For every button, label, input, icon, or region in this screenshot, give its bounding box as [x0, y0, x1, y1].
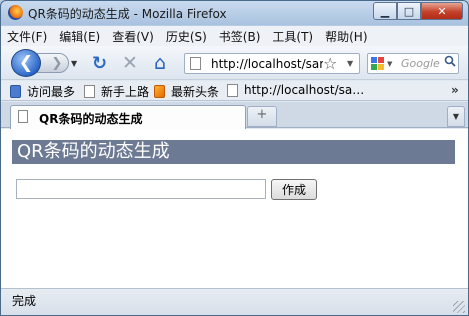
bookmark-star-icon[interactable]: ☆ — [323, 54, 337, 73]
bookmark-label: 最新头条 — [171, 85, 220, 99]
bookmark-localhost[interactable]: http://localhost/sa… — [227, 83, 364, 97]
back-arrow-icon: ❮ — [18, 53, 34, 73]
generate-button[interactable]: 作成 — [271, 179, 317, 200]
new-tab-button[interactable]: + — [247, 106, 277, 127]
window-title: QR条码的动态生成 - Mozilla Firefox — [28, 7, 227, 21]
tab-label: QR条码的动态生成 — [39, 112, 143, 126]
firefox-icon — [8, 5, 23, 20]
navigation-toolbar: ❯ ❮ ▼ ↻ ✕ ⌂ http://localhost/sar ☆ ▼ ▼ G… — [1, 46, 468, 80]
menu-file[interactable]: 文件(F) — [7, 28, 47, 45]
bookmark-label: 访问最多 — [27, 85, 76, 99]
page-icon — [227, 83, 238, 97]
bookmark-icon — [10, 85, 21, 98]
page-icon — [190, 57, 201, 70]
status-bar: 完成 — [1, 288, 468, 315]
magnifier-icon[interactable] — [444, 55, 456, 71]
maximize-button[interactable]: □ — [397, 2, 421, 20]
tab-bar: QR条码的动态生成 + ▼ — [1, 102, 468, 129]
menu-tools[interactable]: 工具(T) — [272, 28, 313, 45]
menu-view[interactable]: 查看(V) — [112, 28, 154, 45]
bookmarks-toolbar: 访问最多 新手上路 最新头条 http://localhost/sa… » — [1, 81, 468, 101]
url-dropdown-icon[interactable]: ▼ — [347, 59, 353, 68]
reload-icon[interactable]: ↻ — [92, 53, 107, 74]
search-placeholder[interactable]: Google — [401, 57, 440, 70]
forward-button[interactable]: ❯ — [37, 53, 69, 73]
stop-icon[interactable]: ✕ — [122, 52, 138, 74]
browser-window: QR条码的动态生成 - Mozilla Firefox ▁ □ ✕ 文件(F) … — [0, 0, 469, 316]
tab-qr-generator[interactable]: QR条码的动态生成 — [10, 105, 246, 129]
bookmark-latest-headlines[interactable]: 最新头条 — [154, 83, 219, 100]
menu-help[interactable]: 帮助(H) — [325, 28, 367, 45]
title-bar: QR条码的动态生成 - Mozilla Firefox ▁ □ ✕ — [1, 1, 468, 25]
search-engine-dropdown-icon[interactable]: ▼ — [387, 60, 392, 68]
resize-grip[interactable] — [453, 301, 465, 313]
bookmarks-overflow-icon[interactable]: » — [451, 83, 459, 97]
home-icon[interactable]: ⌂ — [154, 52, 166, 74]
page-content: QR条码的动态生成 作成 — [1, 129, 468, 288]
rss-icon — [154, 85, 165, 98]
tab-list-button[interactable]: ▼ — [447, 106, 465, 127]
bookmark-label: http://localhost/sa… — [244, 83, 365, 97]
back-button[interactable]: ❮ — [11, 49, 41, 77]
close-button[interactable]: ✕ — [421, 2, 463, 20]
page-icon — [84, 85, 95, 98]
menu-bookmarks[interactable]: 书签(B) — [219, 28, 261, 45]
history-dropdown-icon[interactable]: ▼ — [71, 59, 77, 68]
forward-arrow-icon: ❯ — [51, 55, 63, 71]
page-icon — [18, 110, 28, 123]
url-bar[interactable]: http://localhost/sar ☆ ▼ — [184, 53, 360, 74]
bookmark-label: 新手上路 — [101, 85, 150, 99]
menu-bar: 文件(F) 编辑(E) 查看(V) 历史(S) 书签(B) 工具(T) 帮助(H… — [1, 26, 468, 46]
menu-edit[interactable]: 编辑(E) — [59, 28, 100, 45]
minimize-button[interactable]: ▁ — [373, 2, 397, 20]
search-box[interactable]: ▼ Google — [367, 53, 459, 74]
menu-history[interactable]: 历史(S) — [166, 28, 207, 45]
bookmark-getting-started[interactable]: 新手上路 — [84, 83, 149, 100]
qr-text-input[interactable] — [16, 179, 266, 199]
status-text: 完成 — [12, 294, 37, 308]
google-icon[interactable] — [371, 57, 384, 70]
url-text[interactable]: http://localhost/sar — [211, 57, 323, 71]
page-title: QR条码的动态生成 — [12, 140, 455, 164]
bookmark-most-visited[interactable]: 访问最多 — [10, 83, 75, 100]
